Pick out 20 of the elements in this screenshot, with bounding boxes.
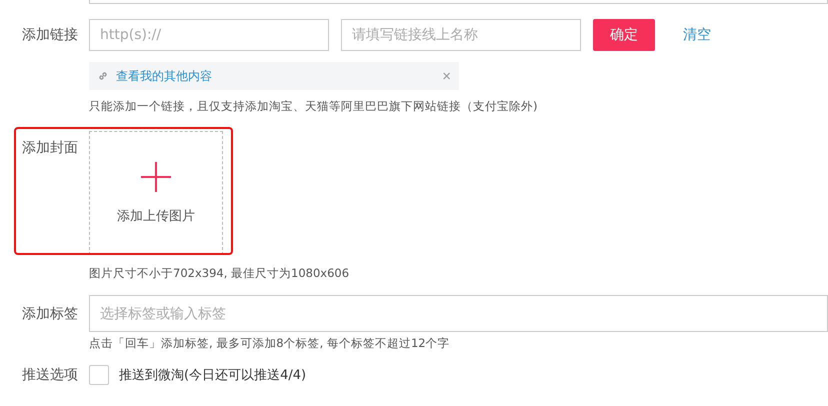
clear-link[interactable]: 清空 [683,26,711,44]
link-text[interactable]: 查看我的其他内容 [116,68,442,84]
link-icon [97,70,109,82]
checkbox-label: 推送到微淘(今日还可以推送4/4) [119,367,306,384]
field-label: 添加链接 [21,26,79,44]
name-field[interactable]: 请填写链接线上名称 [341,19,581,51]
hint-text: 只能添加一个链接，且仅支持添加淘宝、天猫等阿里巴巴旗下网站链接（支付宝除外) [89,99,538,114]
tag-field[interactable]: 选择标签或输入标签 [89,295,828,332]
hint-text: 图片尺寸不小于702x394, 最佳尺寸为1080x606 [89,266,350,281]
plus-icon [140,161,172,193]
remove-button[interactable]: × [442,68,451,84]
hint-text: 点击「回车」添加标签, 最多可添加8个标签, 每个标签不超过12个字 [89,336,451,351]
input-field[interactable] [89,0,828,4]
url-field[interactable]: http(s):// [89,19,329,51]
field-label: 添加封面 [21,139,79,157]
upload-area[interactable]: 添加上传图片 [89,131,223,255]
field-label: 推送选项 [21,366,79,384]
confirm-button[interactable]: 确定 [593,19,655,51]
field-label: 添加标签 [21,304,79,322]
checkbox[interactable] [89,365,109,385]
